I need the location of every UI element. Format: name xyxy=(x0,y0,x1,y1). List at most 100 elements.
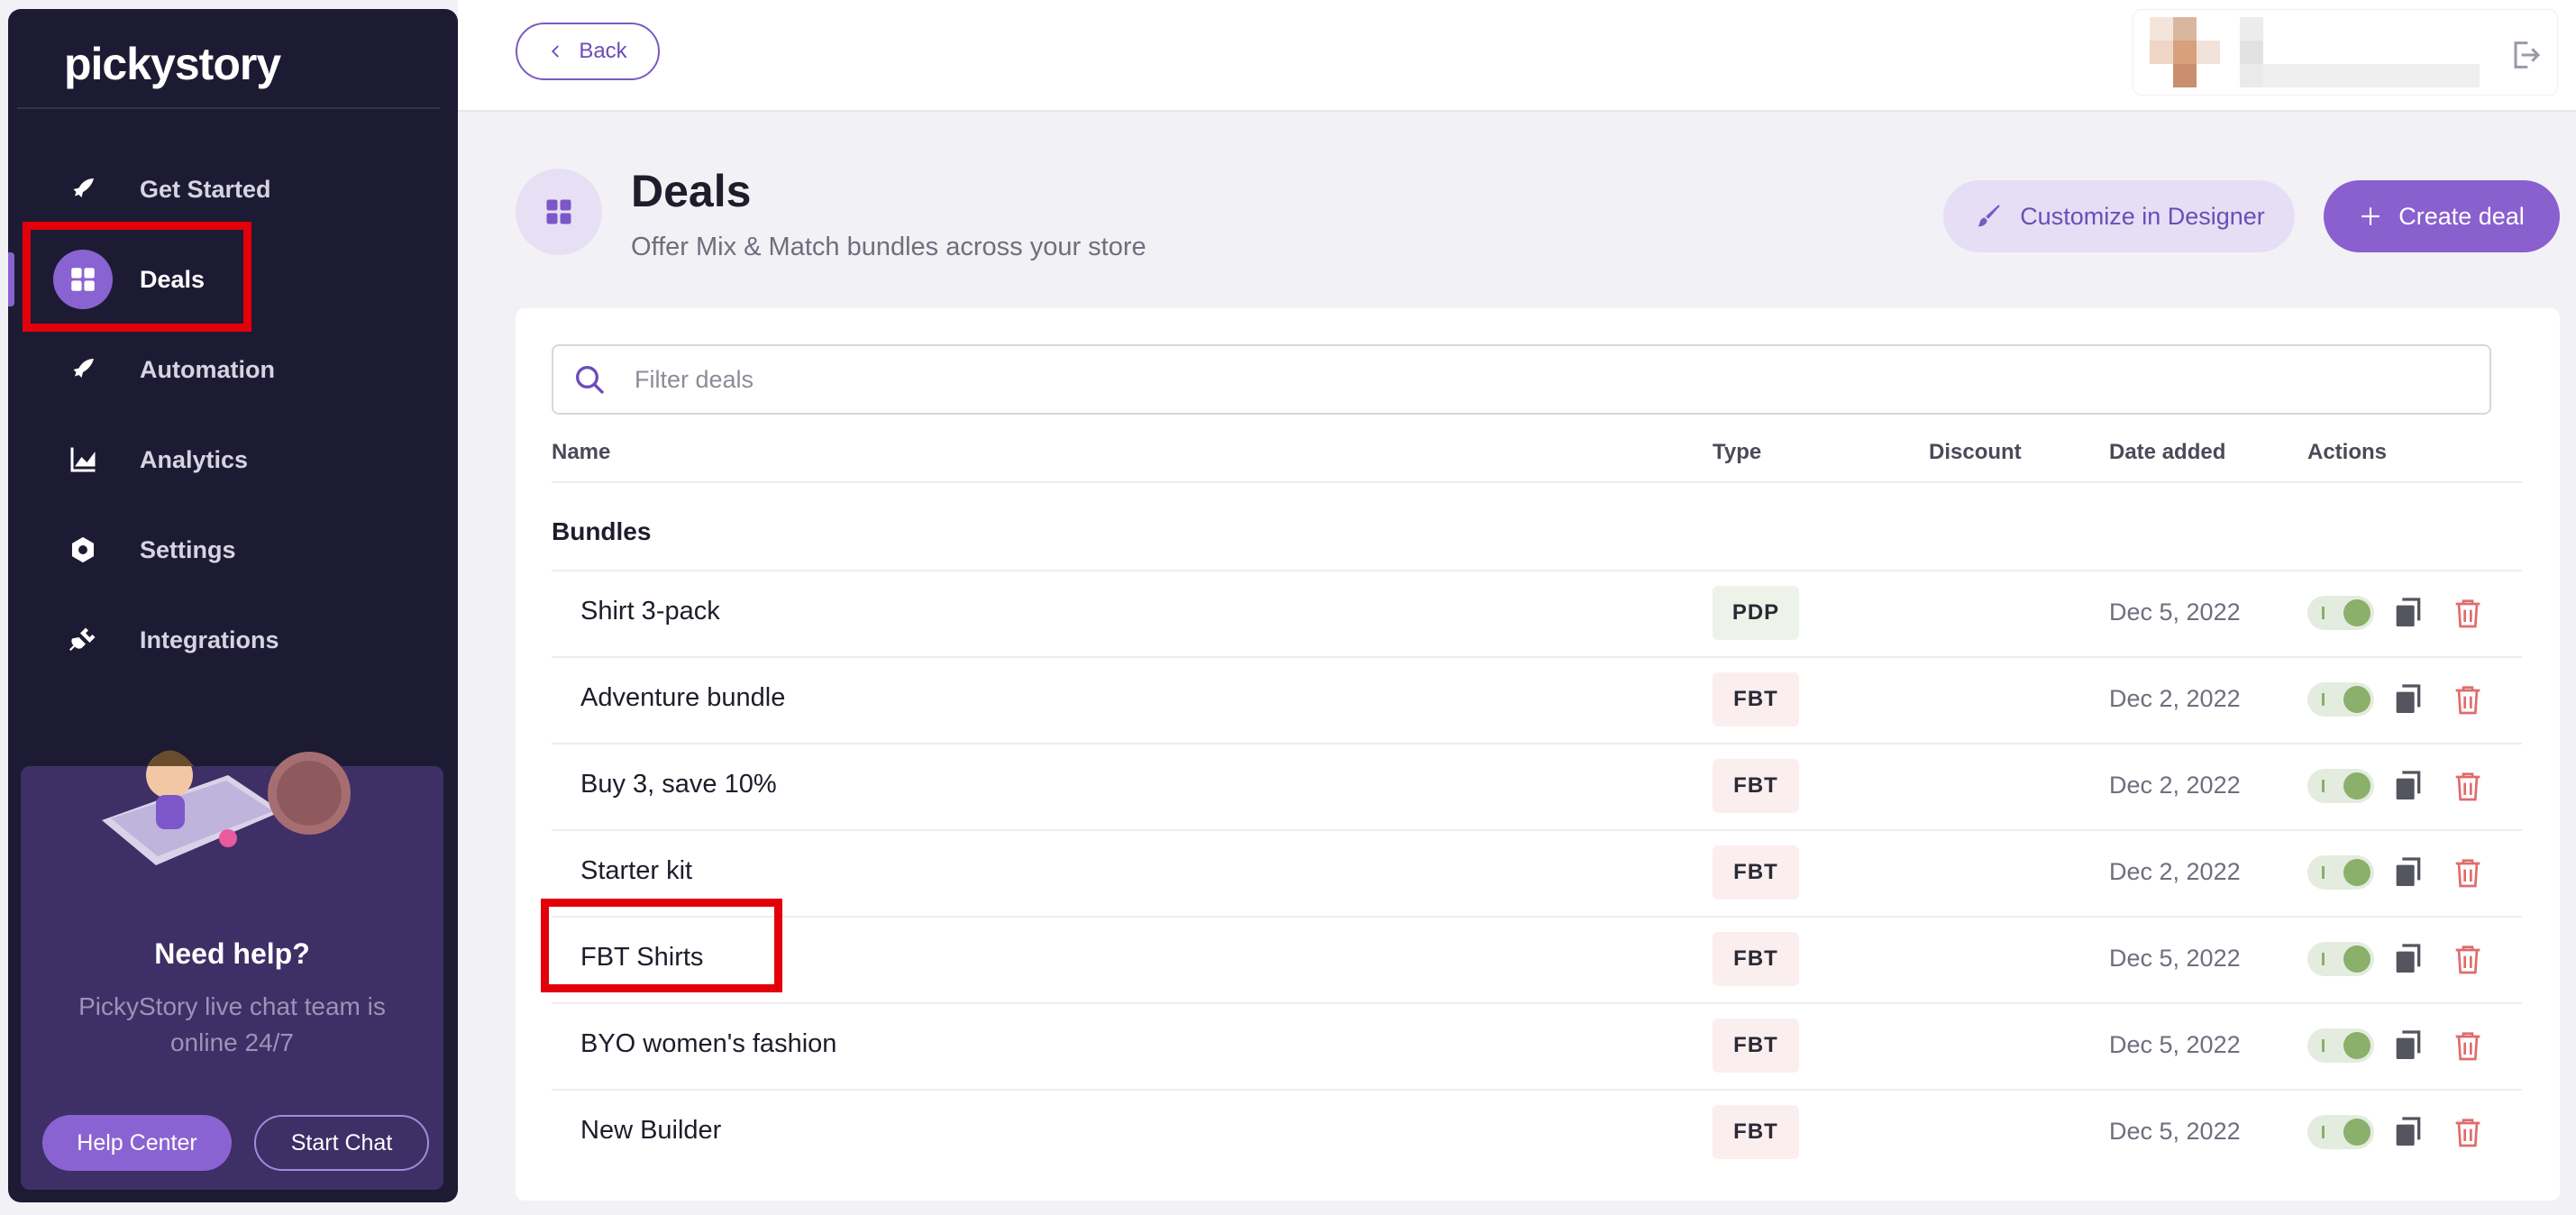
table-row[interactable]: Buy 3, save 10% FBT Dec 2, 2022 xyxy=(552,743,2522,831)
enable-toggle[interactable] xyxy=(2307,682,2374,717)
group-label: Bundles xyxy=(552,517,652,545)
deal-name[interactable]: Shirt 3-pack xyxy=(580,597,720,626)
copy-icon[interactable] xyxy=(2390,595,2426,631)
copy-icon[interactable] xyxy=(2390,1028,2426,1064)
copy-icon[interactable] xyxy=(2390,768,2426,804)
table-row[interactable]: Adventure bundle FBT Dec 2, 2022 xyxy=(552,656,2522,745)
table-row[interactable]: Shirt 3-pack PDP Dec 5, 2022 xyxy=(552,570,2522,658)
page-subtitle: Offer Mix & Match bundles across your st… xyxy=(631,233,1146,261)
sidebar-item-label: Integrations xyxy=(140,626,279,653)
logo-text: pickystory xyxy=(64,39,281,89)
sidebar: pickystory Get Started Deals Automation xyxy=(8,9,458,1202)
pickystory-logo[interactable]: pickystory xyxy=(64,32,281,96)
date-added: Dec 2, 2022 xyxy=(2109,858,2241,885)
trash-icon[interactable] xyxy=(2450,1028,2486,1064)
sidebar-item-automation[interactable]: Automation xyxy=(8,324,458,415)
deal-name[interactable]: FBT Shirts xyxy=(580,943,703,973)
table-row[interactable]: BYO women's fashion FBT Dec 5, 2022 xyxy=(552,1002,2522,1091)
group-header-bundles: Bundles xyxy=(552,499,2522,571)
back-label: Back xyxy=(579,39,627,63)
page-title: Deals xyxy=(631,166,752,216)
date-added: Dec 5, 2022 xyxy=(2109,945,2241,972)
sidebar-item-settings[interactable]: Settings xyxy=(8,505,458,595)
search-icon xyxy=(576,366,605,395)
sidebar-nav: Get Started Deals Automation Analytics S… xyxy=(8,144,458,685)
deal-name[interactable]: Buy 3, save 10% xyxy=(580,770,777,799)
sidebar-item-label: Analytics xyxy=(140,445,249,473)
deals-page-icon xyxy=(516,169,602,255)
column-header-date-added[interactable]: Date added xyxy=(2109,440,2225,465)
rocket-icon xyxy=(53,160,113,219)
copy-icon[interactable] xyxy=(2390,854,2426,891)
enable-toggle[interactable] xyxy=(2307,942,2374,976)
trash-icon[interactable] xyxy=(2450,854,2486,891)
sidebar-item-label: Automation xyxy=(140,355,275,383)
column-header-discount[interactable]: Discount xyxy=(1929,440,2022,465)
date-added: Dec 5, 2022 xyxy=(2109,1031,2241,1058)
enable-toggle[interactable] xyxy=(2307,1028,2374,1063)
enable-toggle[interactable] xyxy=(2307,596,2374,630)
deal-name[interactable]: New Builder xyxy=(580,1116,721,1146)
sidebar-item-integrations[interactable]: Integrations xyxy=(8,595,458,685)
table-header: Name Type Discount Date added Actions xyxy=(552,431,2522,483)
sidebar-item-label: Get Started xyxy=(140,175,271,203)
sidebar-item-get-started[interactable]: Get Started xyxy=(8,144,458,234)
type-badge: FBT xyxy=(1713,845,1799,900)
support-agent-illustration xyxy=(102,750,351,865)
help-card: Need help? PickyStory live chat team is … xyxy=(21,750,443,1190)
copy-icon[interactable] xyxy=(2390,1114,2426,1150)
brush-icon xyxy=(1978,205,2000,227)
filter-bar[interactable] xyxy=(552,344,2491,415)
enable-toggle[interactable] xyxy=(2307,855,2374,890)
table-row[interactable]: New Builder FBT Dec 5, 2022 xyxy=(552,1089,2522,1175)
deal-name[interactable]: BYO women's fashion xyxy=(580,1029,836,1059)
start-chat-button[interactable]: Start Chat xyxy=(254,1115,429,1171)
trash-icon[interactable] xyxy=(2450,681,2486,717)
date-added: Dec 2, 2022 xyxy=(2109,685,2241,712)
back-button[interactable]: Back xyxy=(516,23,660,80)
date-added: Dec 5, 2022 xyxy=(2109,598,2241,626)
copy-icon[interactable] xyxy=(2390,681,2426,717)
type-badge: FBT xyxy=(1713,672,1799,726)
chevron-left-icon xyxy=(552,45,560,58)
trash-icon[interactable] xyxy=(2450,768,2486,804)
trash-icon[interactable] xyxy=(2450,941,2486,977)
type-badge: FBT xyxy=(1713,1105,1799,1159)
trash-icon[interactable] xyxy=(2450,1114,2486,1150)
type-badge: FBT xyxy=(1713,759,1799,813)
filter-deals-input[interactable] xyxy=(633,364,2349,395)
customize-in-designer-button[interactable]: Customize in Designer xyxy=(1943,180,2295,252)
help-title: Need help? xyxy=(154,937,310,970)
column-header-name[interactable]: Name xyxy=(552,440,610,465)
help-subtitle: PickyStory live chat team is online 24/7 xyxy=(78,992,386,1056)
logo-divider xyxy=(17,107,440,109)
gear-icon xyxy=(53,520,113,580)
plug-icon xyxy=(53,610,113,670)
plus-icon xyxy=(2361,207,2380,225)
deal-name[interactable]: Starter kit xyxy=(580,856,692,886)
enable-toggle[interactable] xyxy=(2307,1115,2374,1149)
column-header-actions: Actions xyxy=(2307,440,2388,464)
logout-icon[interactable] xyxy=(2507,37,2543,73)
create-deal-button[interactable]: Create deal xyxy=(2324,180,2560,252)
column-header-type[interactable]: Type xyxy=(1713,440,1761,465)
enable-toggle[interactable] xyxy=(2307,769,2374,803)
table-row[interactable]: Starter kit FBT Dec 2, 2022 xyxy=(552,829,2522,918)
help-center-button[interactable]: Help Center xyxy=(42,1115,232,1171)
type-badge: PDP xyxy=(1713,586,1799,640)
type-badge: FBT xyxy=(1713,1019,1799,1073)
copy-icon[interactable] xyxy=(2390,941,2426,977)
sidebar-item-label: Deals xyxy=(140,265,206,293)
deal-name[interactable]: Adventure bundle xyxy=(580,683,785,713)
sidebar-item-analytics[interactable]: Analytics xyxy=(8,415,458,505)
grid-icon xyxy=(53,250,113,309)
grid-icon xyxy=(546,199,571,224)
trash-icon[interactable] xyxy=(2450,595,2486,631)
deals-card: Name Type Discount Date added Actions Bu… xyxy=(516,308,2560,1201)
rocket-icon xyxy=(53,340,113,399)
type-badge: FBT xyxy=(1713,932,1799,986)
user-menu[interactable] xyxy=(2133,9,2558,96)
table-row[interactable]: FBT Shirts FBT Dec 5, 2022 xyxy=(552,916,2522,1004)
sidebar-item-deals[interactable]: Deals xyxy=(8,234,458,324)
avatar xyxy=(2150,17,2480,87)
